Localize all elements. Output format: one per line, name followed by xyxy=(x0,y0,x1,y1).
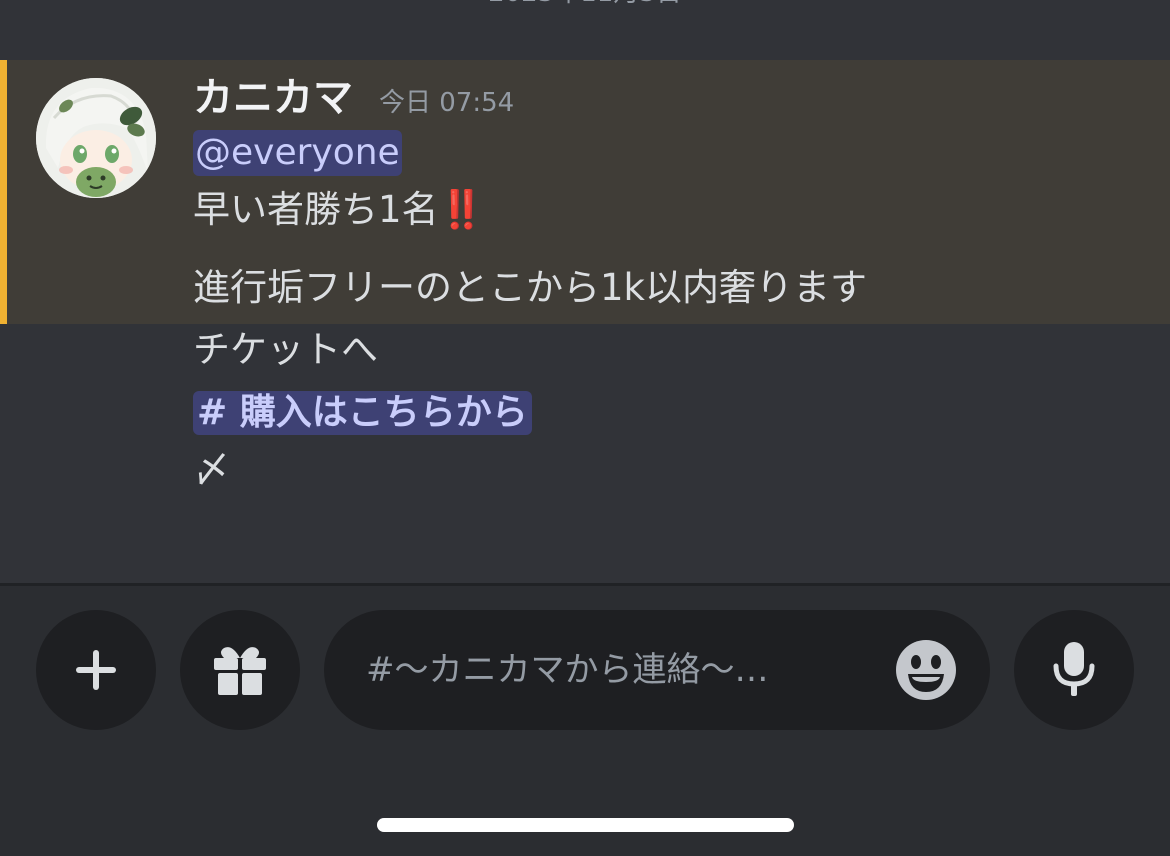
message-line-2: 進行垢フリーのとこから1k以内奢ります xyxy=(193,266,867,309)
message-line-5: 〆 xyxy=(193,448,230,491)
add-attachment-button[interactable] xyxy=(36,610,156,730)
timestamp: 今日 07:54 xyxy=(379,88,515,118)
channel-name: 購入はこちらから xyxy=(239,392,528,433)
emoji-icon[interactable] xyxy=(894,638,958,702)
message-text: 早い者勝ち1名 xyxy=(193,188,439,231)
message-input[interactable]: #〜カニカマから連絡〜… xyxy=(324,610,990,730)
message-input-placeholder: #〜カニカマから連絡〜… xyxy=(366,650,769,690)
plus-icon xyxy=(76,650,116,690)
message-line-mention: @everyone xyxy=(193,128,402,176)
microphone-icon xyxy=(1053,642,1095,696)
avatar[interactable] xyxy=(36,78,156,198)
message-header: カニカマ 今日 07:54 xyxy=(193,70,514,126)
message-line-3: チケットへ xyxy=(193,328,378,371)
gift-button[interactable] xyxy=(180,610,300,730)
channel-hash-icon: # xyxy=(197,392,228,433)
gift-icon xyxy=(214,647,266,695)
message-line-channel: # 購入はこちらから xyxy=(193,388,532,436)
mention-highlight-bar xyxy=(0,60,7,324)
everyone-mention[interactable]: @everyone xyxy=(193,130,402,176)
voice-message-button[interactable] xyxy=(1014,610,1134,730)
channel-link[interactable]: # 購入はこちらから xyxy=(193,391,532,435)
chat-screen: 2023年11月3日 xyxy=(0,0,1170,856)
username[interactable]: カニカマ xyxy=(193,70,353,126)
date-divider: 2023年11月3日 xyxy=(0,0,1170,8)
double-exclamation-emoji: ‼️ xyxy=(438,188,485,231)
message-line-1: 早い者勝ち1名‼️ xyxy=(193,186,485,234)
home-indicator[interactable] xyxy=(377,818,794,832)
